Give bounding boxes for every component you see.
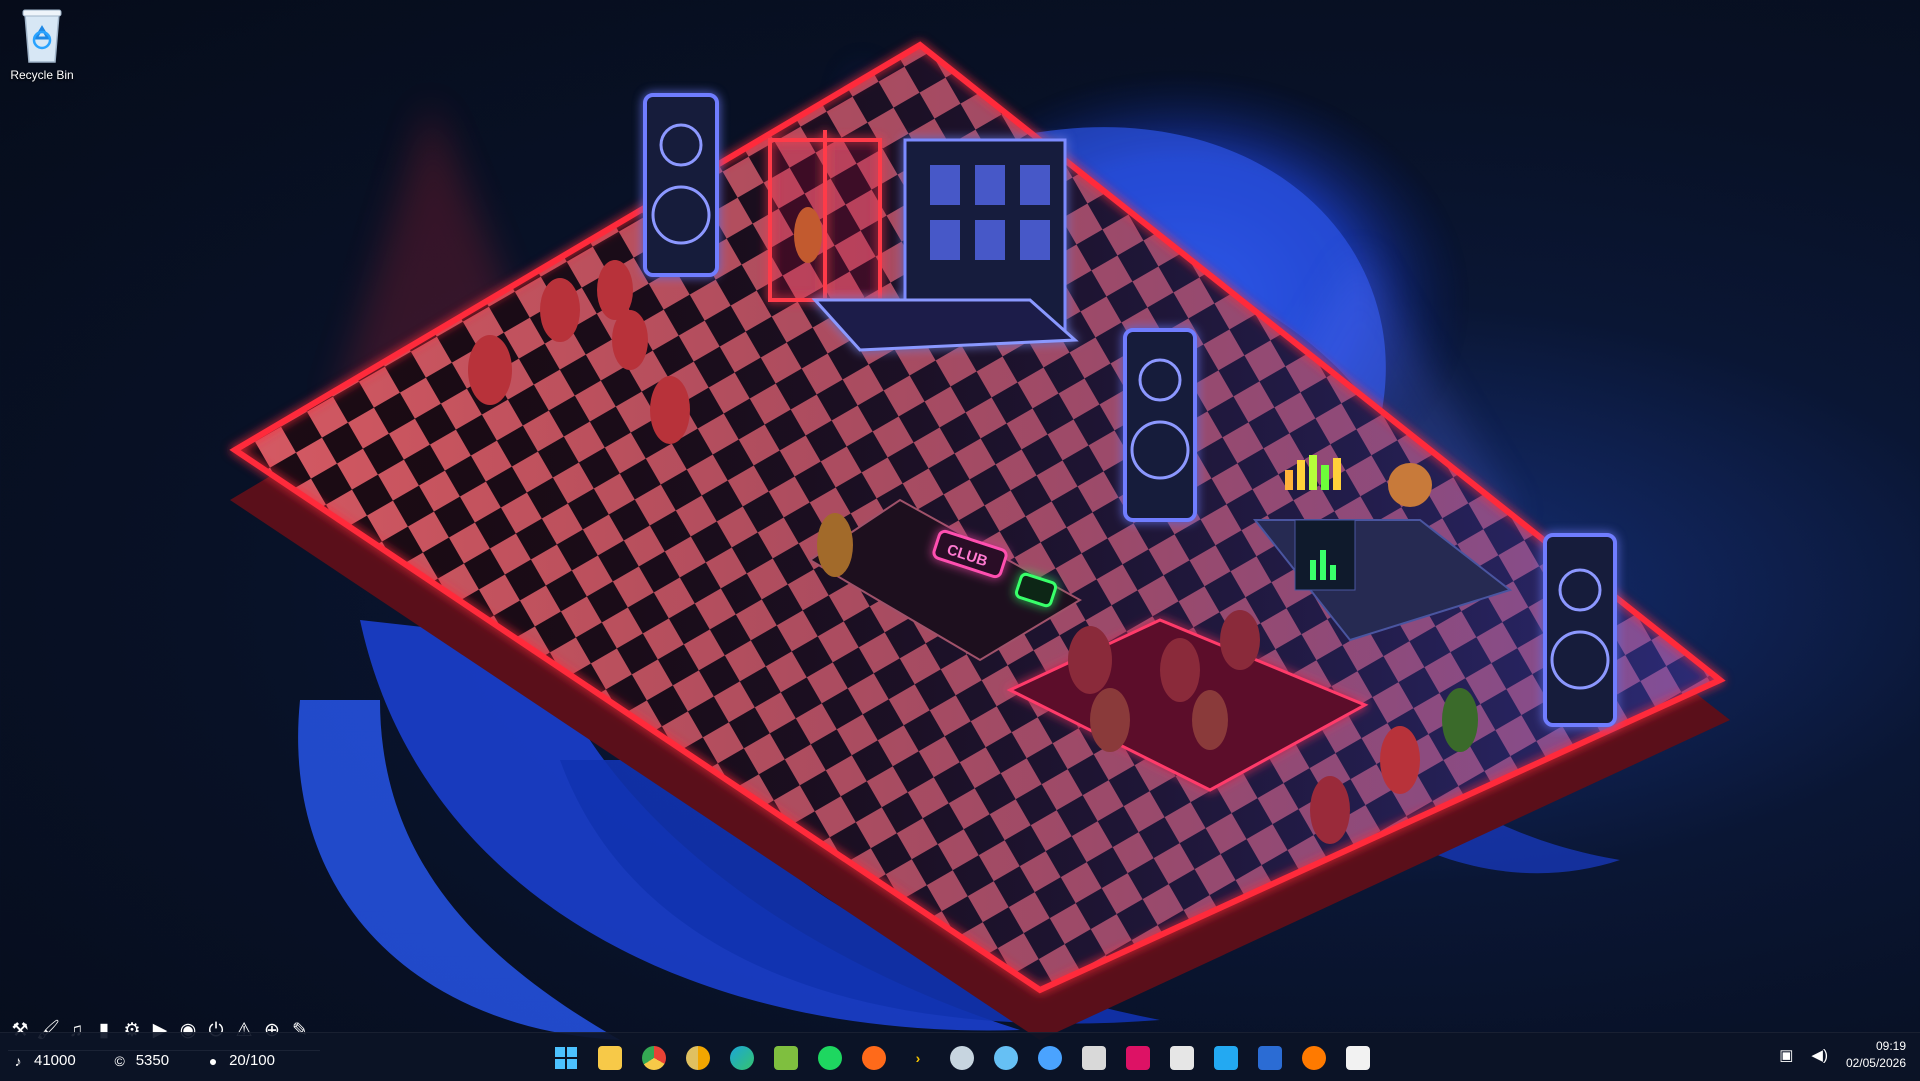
music-value: 41000 <box>34 1052 76 1069</box>
recycle-bin-label: Recycle Bin <box>10 68 74 82</box>
chevron-right-icon: › <box>915 1050 921 1066</box>
notepad-plus-button[interactable] <box>768 1040 804 1076</box>
steam-alt-button[interactable] <box>988 1040 1024 1076</box>
steam-button[interactable] <box>944 1040 980 1076</box>
rider-icon <box>1126 1046 1150 1070</box>
coins-value: 5350 <box>135 1052 170 1069</box>
rider-button[interactable] <box>1120 1040 1156 1076</box>
clock-time: 09:19 <box>1875 1039 1906 1053</box>
game-stats: ♪ 41000 © 5350 ● 20/100 <box>10 1052 275 1069</box>
flame-app-button[interactable] <box>1296 1040 1332 1076</box>
file-explorer-button[interactable] <box>592 1040 628 1076</box>
box-icon <box>1170 1046 1194 1070</box>
speaker-middle <box>1123 328 1197 522</box>
taskbar-apps: › <box>548 1040 1376 1076</box>
speaker-left <box>643 93 719 277</box>
powershell-button[interactable] <box>1252 1040 1288 1076</box>
speaker-right <box>1543 533 1617 727</box>
network-icon[interactable]: ▣ <box>1779 1046 1793 1064</box>
drop-icon <box>1038 1046 1062 1070</box>
volume-icon[interactable]: ◀) <box>1811 1046 1828 1064</box>
person-icon: ● <box>208 1052 218 1069</box>
powershell-icon <box>1258 1046 1282 1070</box>
music-note-icon: ♪ <box>14 1052 22 1069</box>
clock[interactable]: 09:19 02/05/2026 <box>1846 1038 1906 1072</box>
steam-icon <box>950 1046 974 1070</box>
coins-stat: © 5350 <box>112 1052 170 1069</box>
clock-date: 02/05/2026 <box>1845 1056 1906 1070</box>
edge-button[interactable] <box>724 1040 760 1076</box>
music-stat: ♪ 41000 <box>10 1052 76 1069</box>
drop-app-button[interactable] <box>1032 1040 1068 1076</box>
spotify-button[interactable] <box>812 1040 848 1076</box>
recycle-bin-icon <box>19 6 65 64</box>
neon-cage <box>768 130 882 302</box>
steam-alt-icon <box>994 1046 1018 1070</box>
vscode-icon <box>1214 1046 1238 1070</box>
flame-icon <box>1302 1046 1326 1070</box>
chrome-canary-icon <box>686 1046 710 1070</box>
soundcloud-button[interactable] <box>856 1040 892 1076</box>
desktop-wallpaper: CLUB <box>0 0 1920 1080</box>
spotify-icon <box>818 1046 842 1070</box>
soundcloud-icon <box>862 1046 886 1070</box>
unity-button[interactable] <box>1076 1040 1112 1076</box>
coin-icon: © <box>114 1052 125 1069</box>
start-button[interactable] <box>548 1040 584 1076</box>
chrome-canary-button[interactable] <box>680 1040 716 1076</box>
nightclub-scene: CLUB <box>229 41 1730 1040</box>
notepad-icon <box>774 1046 798 1070</box>
capacity-stat: ● 20/100 <box>205 1052 275 1069</box>
vscode-button[interactable] <box>1208 1040 1244 1076</box>
terminal-arrow-button[interactable]: › <box>900 1040 936 1076</box>
folder-icon <box>598 1046 622 1070</box>
chrome-icon <box>642 1046 666 1070</box>
bot-app-button[interactable] <box>1340 1040 1376 1076</box>
windows-icon <box>554 1046 578 1070</box>
recycle-bin[interactable]: Recycle Bin <box>6 6 78 82</box>
unity-cube-icon <box>1082 1046 1106 1070</box>
system-tray: ▣ ◀) 09:19 02/05/2026 <box>1779 1038 1906 1072</box>
bot-icon <box>1346 1046 1370 1070</box>
box-app-button[interactable] <box>1164 1040 1200 1076</box>
edge-icon <box>730 1046 754 1070</box>
chrome-button[interactable] <box>636 1040 672 1076</box>
capacity-value: 20/100 <box>229 1052 275 1069</box>
